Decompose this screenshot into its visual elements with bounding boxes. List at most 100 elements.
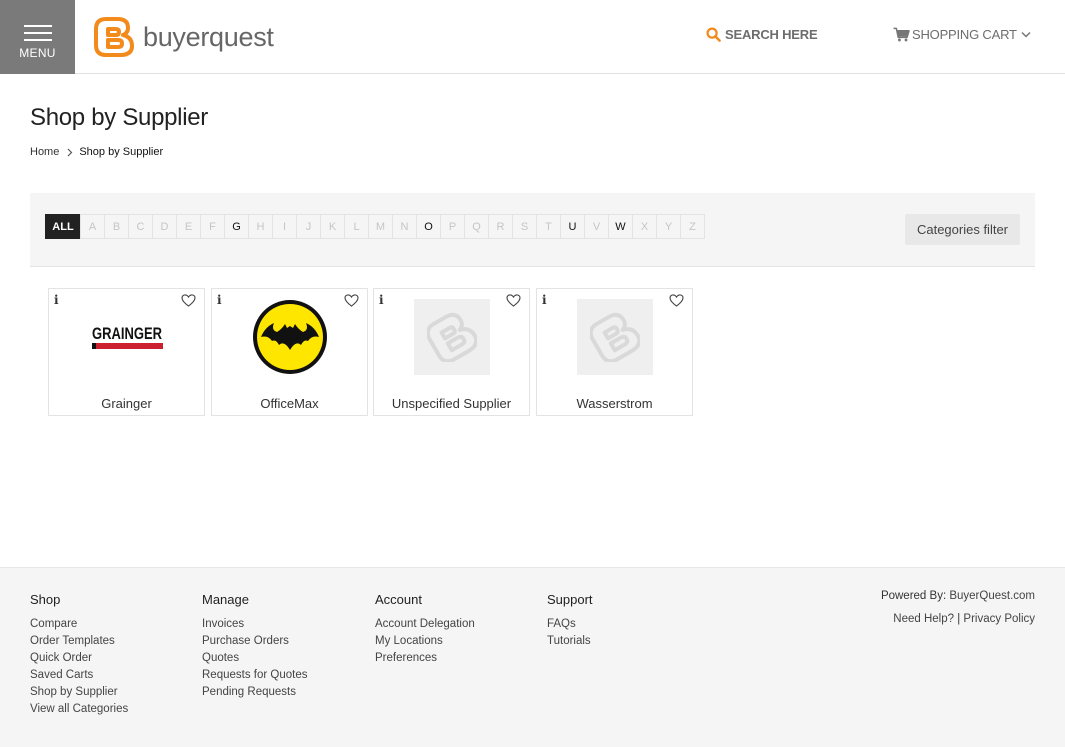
- supplier-card[interactable]: i GRAINGER Grainger: [48, 288, 205, 416]
- heart-icon[interactable]: [506, 294, 521, 307]
- filter-letter-f: F: [200, 214, 225, 239]
- supplier-card[interactable]: i Wasserstrom: [536, 288, 693, 416]
- menu-label: MENU: [19, 46, 56, 60]
- filter-letter-u[interactable]: U: [560, 214, 585, 239]
- grainger-logo: GRAINGER: [89, 299, 165, 375]
- menu-button[interactable]: MENU: [0, 0, 75, 74]
- filter-letter-g[interactable]: G: [224, 214, 249, 239]
- filter-letter-y: Y: [656, 214, 681, 239]
- filter-letter-w[interactable]: W: [608, 214, 633, 239]
- filter-letter-j: J: [296, 214, 321, 239]
- footer-link-pending-requests[interactable]: Pending Requests: [202, 684, 307, 701]
- search-link[interactable]: SEARCH HERE: [706, 27, 818, 42]
- footer-link-quick-order[interactable]: Quick Order: [30, 650, 128, 667]
- bat-logo: [252, 299, 328, 375]
- filter-letter-d: D: [152, 214, 177, 239]
- supplier-name: OfficeMax: [260, 396, 319, 411]
- supplier-filter-bar: ALL ABCDEFGHIJKLMNOPQRSTUVWXYZ Categorie…: [30, 193, 1035, 267]
- search-icon: [706, 27, 721, 42]
- filter-letter-t: T: [536, 214, 561, 239]
- footer-info: Powered By: BuyerQuest.com Need Help? | …: [881, 585, 1035, 631]
- shopping-cart-link[interactable]: SHOPPING CART: [893, 27, 1031, 42]
- breadcrumb-home-link[interactable]: Home: [30, 146, 59, 158]
- filter-letter-o[interactable]: O: [416, 214, 441, 239]
- footer-column-account: Account Account Delegation My Locations …: [375, 592, 475, 667]
- heart-icon[interactable]: [669, 294, 684, 307]
- filter-letter-n: N: [392, 214, 417, 239]
- filter-letter-e: E: [176, 214, 201, 239]
- help-line: Need Help? | Privacy Policy: [881, 608, 1035, 631]
- alphabet-filter: ALL ABCDEFGHIJKLMNOPQRSTUVWXYZ: [45, 214, 705, 239]
- footer-link-shop-by-supplier[interactable]: Shop by Supplier: [30, 684, 128, 701]
- buyerquest-logo[interactable]: buyerquest: [92, 14, 274, 60]
- placeholder-logo: [577, 299, 653, 375]
- footer-link-saved-carts[interactable]: Saved Carts: [30, 667, 128, 684]
- footer-link-preferences[interactable]: Preferences: [375, 650, 475, 667]
- footer-link-invoices[interactable]: Invoices: [202, 616, 307, 633]
- footer-link-account-delegation[interactable]: Account Delegation: [375, 616, 475, 633]
- footer-link-order-templates[interactable]: Order Templates: [30, 633, 128, 650]
- info-icon[interactable]: i: [217, 293, 222, 307]
- powered-by-label: Powered By:: [880, 590, 947, 602]
- footer-link-view-all-categories[interactable]: View all Categories: [30, 701, 128, 718]
- breadcrumb: Home Shop by Supplier: [30, 146, 163, 158]
- filter-letter-l: L: [344, 214, 369, 239]
- heart-icon[interactable]: [181, 294, 196, 307]
- footer-column-shop: Shop Compare Order Templates Quick Order…: [30, 592, 128, 718]
- filter-letter-i: I: [272, 214, 297, 239]
- footer: Shop Compare Order Templates Quick Order…: [0, 567, 1065, 747]
- footer-heading: Support: [547, 592, 593, 607]
- filter-letter-b: B: [104, 214, 129, 239]
- need-help-link[interactable]: Need Help?: [893, 613, 954, 625]
- footer-column-manage: Manage Invoices Purchase Orders Quotes R…: [202, 592, 307, 701]
- hamburger-icon: [24, 25, 52, 46]
- filter-letter-k: K: [320, 214, 345, 239]
- filter-letter-r: R: [488, 214, 513, 239]
- footer-link-quotes[interactable]: Quotes: [202, 650, 307, 667]
- categories-filter-button[interactable]: Categories filter: [905, 214, 1020, 245]
- supplier-name: Wasserstrom: [576, 396, 653, 411]
- filter-letter-a: A: [80, 214, 105, 239]
- info-icon[interactable]: i: [379, 293, 384, 307]
- supplier-card[interactable]: i Unspecified Supplier: [373, 288, 530, 416]
- chevron-down-icon: [1021, 31, 1031, 38]
- breadcrumb-current: Shop by Supplier: [79, 146, 164, 158]
- filter-letter-p: P: [440, 214, 465, 239]
- footer-link-compare[interactable]: Compare: [30, 616, 128, 633]
- footer-divider: |: [957, 613, 961, 625]
- footer-link-purchase-orders[interactable]: Purchase Orders: [202, 633, 307, 650]
- grainger-logo-text: GRAINGER: [92, 324, 162, 343]
- info-icon[interactable]: i: [542, 293, 547, 307]
- filter-letter-m: M: [368, 214, 393, 239]
- supplier-name: Grainger: [101, 396, 152, 411]
- filter-letter-v: V: [584, 214, 609, 239]
- logo-text: buyerquest: [143, 21, 274, 52]
- footer-heading: Account: [375, 592, 422, 607]
- heart-icon[interactable]: [344, 294, 359, 307]
- filter-letter-h: H: [248, 214, 273, 239]
- footer-heading: Manage: [202, 592, 249, 607]
- info-icon[interactable]: i: [54, 293, 59, 307]
- supplier-card[interactable]: i OfficeMax: [211, 288, 368, 416]
- filter-letter-z: Z: [680, 214, 705, 239]
- footer-link-my-locations[interactable]: My Locations: [375, 633, 475, 650]
- filter-letter-x: X: [632, 214, 657, 239]
- footer-link-faqs[interactable]: FAQs: [547, 616, 593, 633]
- footer-heading: Shop: [30, 592, 61, 607]
- filter-letter-q: Q: [464, 214, 489, 239]
- footer-link-requests-for-quotes[interactable]: Requests for Quotes: [202, 667, 307, 684]
- footer-link-tutorials[interactable]: Tutorials: [547, 633, 593, 650]
- buyerquest-logo-icon: [94, 17, 134, 57]
- search-label: SEARCH HERE: [725, 27, 818, 42]
- filter-all[interactable]: ALL: [45, 214, 81, 239]
- buyerquest-link[interactable]: BuyerQuest.com: [949, 590, 1035, 602]
- footer-column-support: Support FAQs Tutorials: [547, 592, 593, 650]
- top-header: MENU buyerquest SEARCH HERE SHOPPING CAR…: [0, 0, 1065, 74]
- cart-icon: [893, 27, 910, 42]
- filter-letter-c: C: [128, 214, 153, 239]
- privacy-policy-link[interactable]: Privacy Policy: [963, 613, 1035, 625]
- powered-by-line: Powered By: BuyerQuest.com: [881, 585, 1035, 608]
- supplier-name: Unspecified Supplier: [391, 396, 512, 411]
- placeholder-logo: [414, 299, 490, 375]
- page-title: Shop by Supplier: [30, 104, 208, 131]
